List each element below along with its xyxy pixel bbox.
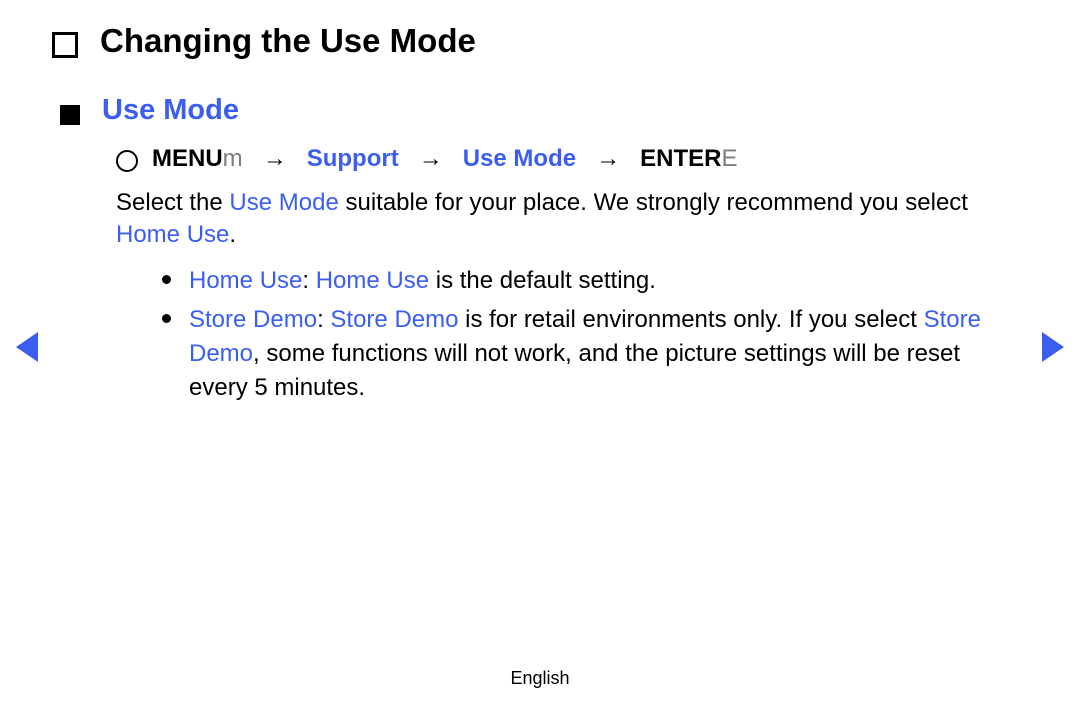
list-item: Store Demo: Store Demo is for retail env… bbox=[162, 303, 998, 404]
footer-language: English bbox=[0, 668, 1080, 689]
bullet-blue: Store Demo bbox=[189, 306, 317, 333]
bullet-rest: is the default setting. bbox=[429, 267, 656, 294]
body-text-part: Select the bbox=[116, 189, 229, 216]
bullet-icon bbox=[162, 314, 171, 323]
arrow-text: → bbox=[596, 145, 620, 172]
arrow-text: → bbox=[419, 145, 443, 172]
page: Changing the Use Mode Use Mode MENUm → S… bbox=[0, 0, 1080, 705]
menu-path: MENUm → Support → Use Mode → ENTERE bbox=[152, 145, 737, 173]
menu-path-row: MENUm → Support → Use Mode → ENTERE bbox=[116, 145, 1028, 173]
square-outline-icon bbox=[52, 32, 78, 58]
bullet-blue: Store Demo bbox=[330, 306, 458, 333]
body-text-blue: Home Use bbox=[116, 221, 229, 248]
bullet-sep: : bbox=[302, 267, 315, 294]
square-solid-icon bbox=[60, 105, 80, 125]
breadcrumb-support: Support bbox=[307, 145, 399, 172]
list-item-text: Home Use: Home Use is the default settin… bbox=[189, 264, 656, 298]
list-item-text: Store Demo: Store Demo is for retail env… bbox=[189, 303, 998, 404]
body-paragraph: Select the Use Mode suitable for your pl… bbox=[116, 187, 1018, 252]
prev-page-button[interactable] bbox=[16, 332, 38, 362]
bullet-rest: , some functions will not work, and the … bbox=[189, 340, 960, 401]
next-page-button[interactable] bbox=[1042, 332, 1064, 362]
bullet-list: Home Use: Home Use is the default settin… bbox=[162, 264, 998, 404]
bullet-icon bbox=[162, 275, 171, 284]
enter-label-thin: E bbox=[721, 145, 737, 172]
list-item: Home Use: Home Use is the default settin… bbox=[162, 264, 998, 298]
body-text-part: . bbox=[229, 221, 236, 248]
section-heading: Use Mode bbox=[102, 94, 239, 127]
page-title-row: Changing the Use Mode bbox=[52, 22, 1028, 60]
body-text-blue: Use Mode bbox=[229, 189, 338, 216]
breadcrumb-use-mode: Use Mode bbox=[463, 145, 576, 172]
page-title: Changing the Use Mode bbox=[100, 22, 476, 60]
arrow-text: → bbox=[263, 145, 287, 172]
circle-outline-icon bbox=[116, 150, 138, 172]
section-heading-row: Use Mode bbox=[60, 94, 1028, 127]
menu-label-thin: m bbox=[223, 145, 243, 172]
body-text-part: suitable for your place. We strongly rec… bbox=[339, 189, 968, 216]
menu-label-bold: MENU bbox=[152, 145, 223, 172]
enter-label-bold: ENTER bbox=[640, 145, 721, 172]
bullet-blue: Home Use bbox=[316, 267, 429, 294]
bullet-rest: is for retail environments only. If you … bbox=[458, 306, 923, 333]
bullet-blue: Home Use bbox=[189, 267, 302, 294]
bullet-sep: : bbox=[317, 306, 330, 333]
